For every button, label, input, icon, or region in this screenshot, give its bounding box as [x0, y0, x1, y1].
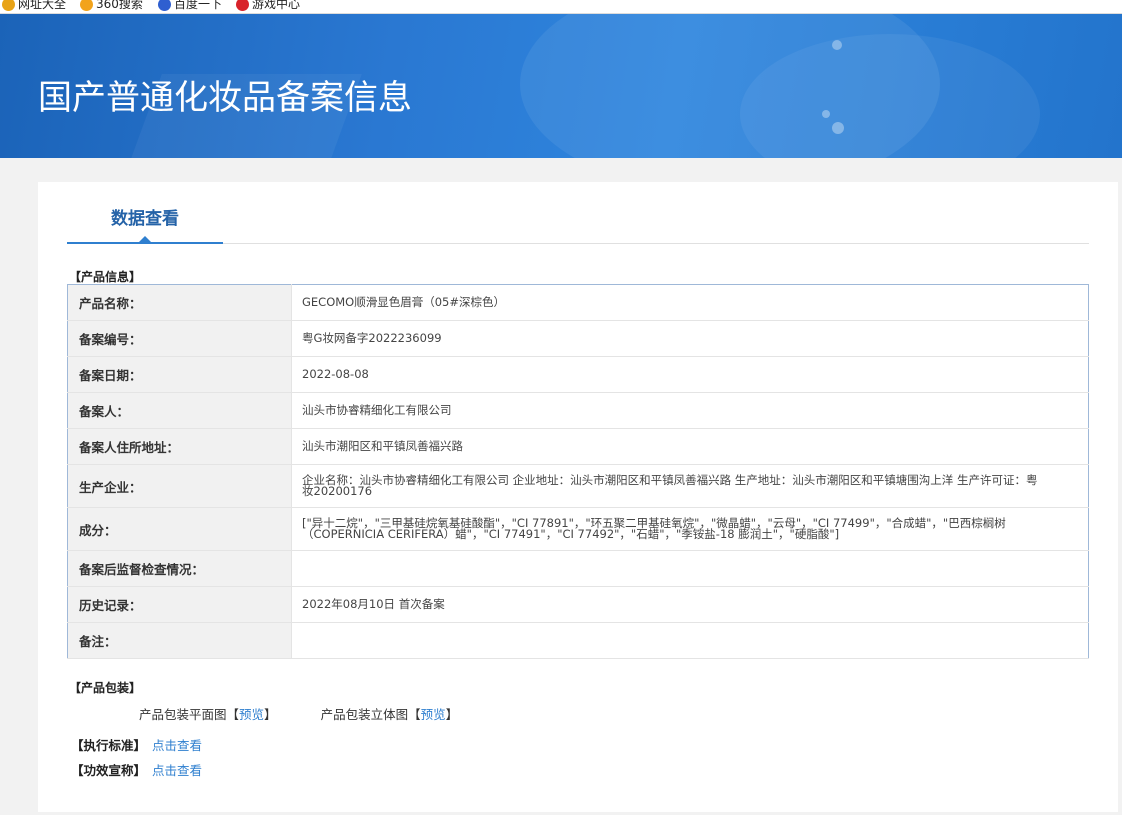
tab-bar: 数据查看: [67, 206, 1089, 244]
packaging-row: 产品包装平面图【预览】 产品包装立体图【预览】: [139, 704, 458, 723]
section-title-packaging: 【产品包装】: [69, 681, 142, 695]
standard-view-link[interactable]: 点击查看: [152, 738, 202, 753]
row-value: 2022-08-08: [291, 356, 1089, 393]
row-value: [291, 550, 1089, 587]
bookmark-favicon-icon: [158, 0, 171, 11]
product-info-table: 产品名称： GECOMO顺滑显色眉膏（05#深棕色） 备案编号： 粤G妆网备字2…: [67, 284, 1089, 659]
bookmarks-bar: 网址大全 360搜索 百度一下 游戏中心: [0, 0, 1122, 14]
row-key: 历史记录：: [67, 586, 292, 623]
row-value: ["异十二烷"，"三甲基硅烷氧基硅酸酯"，"CI 77891"，"环五聚二甲基硅…: [291, 507, 1089, 551]
bookmark-item[interactable]: 游戏中心: [236, 0, 300, 12]
row-key: 成分：: [67, 507, 292, 551]
table-row: 备案人： 汕头市协睿精细化工有限公司: [67, 392, 1089, 429]
page-banner: 国产普通化妆品备案信息: [0, 14, 1122, 158]
banner-decoration: [822, 110, 830, 118]
content-panel: 数据查看 【产品信息】 产品名称： GECOMO顺滑显色眉膏（05#深棕色） 备…: [38, 182, 1118, 812]
row-key: 备案日期：: [67, 356, 292, 393]
standard-row: 【执行标准】 点击查看: [71, 735, 202, 754]
row-key: 产品名称：: [67, 284, 292, 321]
banner-decoration: [832, 40, 842, 50]
claims-row: 【功效宣称】 点击查看: [71, 760, 202, 779]
bookmark-favicon-icon: [80, 0, 93, 11]
row-value: 企业名称：汕头市协睿精细化工有限公司 企业地址：汕头市潮阳区和平镇凤善福兴路 生…: [291, 464, 1089, 508]
row-value: GECOMO顺滑显色眉膏（05#深棕色）: [291, 284, 1089, 321]
bookmark-item[interactable]: 百度一下: [158, 0, 222, 12]
row-key: 备案人住所地址：: [67, 428, 292, 465]
table-row: 备案日期： 2022-08-08: [67, 356, 1089, 393]
row-value: 汕头市潮阳区和平镇凤善福兴路: [291, 428, 1089, 465]
table-row: 成分： ["异十二烷"，"三甲基硅烷氧基硅酸酯"，"CI 77891"，"环五聚…: [67, 507, 1089, 551]
bookmark-item[interactable]: 360搜索: [80, 0, 143, 12]
bookmark-favicon-icon: [2, 0, 15, 11]
row-value: [291, 622, 1089, 659]
section-title-standard: 【执行标准】: [71, 738, 147, 753]
bookmark-favicon-icon: [236, 0, 249, 11]
row-key: 备案人：: [67, 392, 292, 429]
section-title-product-info: 【产品信息】: [69, 270, 142, 284]
row-key: 备注：: [67, 622, 292, 659]
claims-view-link[interactable]: 点击查看: [152, 763, 202, 778]
table-row: 备案后监督检查情况：: [67, 550, 1089, 587]
preview-solid-link[interactable]: 预览: [421, 707, 446, 722]
table-row: 备注：: [67, 622, 1089, 659]
preview-flat-link[interactable]: 预览: [239, 707, 264, 722]
row-value: 2022年08月10日 首次备案: [291, 586, 1089, 623]
banner-decoration: [832, 122, 844, 134]
bookmark-item[interactable]: 网址大全: [2, 0, 66, 12]
table-row: 生产企业： 企业名称：汕头市协睿精细化工有限公司 企业地址：汕头市潮阳区和平镇凤…: [67, 464, 1089, 508]
packaging-flat-item: 产品包装平面图【预览】: [139, 707, 277, 722]
row-value: 粤G妆网备字2022236099: [291, 320, 1089, 357]
table-row: 历史记录： 2022年08月10日 首次备案: [67, 586, 1089, 623]
tab-active-caret-icon: [139, 236, 151, 242]
table-row: 备案编号： 粤G妆网备字2022236099: [67, 320, 1089, 357]
page-title: 国产普通化妆品备案信息: [38, 78, 412, 118]
section-title-claims: 【功效宣称】: [71, 763, 147, 778]
row-key: 备案后监督检查情况：: [67, 550, 292, 587]
row-value: 汕头市协睿精细化工有限公司: [291, 392, 1089, 429]
row-key: 备案编号：: [67, 320, 292, 357]
packaging-solid-item: 产品包装立体图【预览】: [320, 707, 459, 722]
row-key: 生产企业：: [67, 464, 292, 508]
table-row: 产品名称： GECOMO顺滑显色眉膏（05#深棕色）: [67, 284, 1089, 321]
table-row: 备案人住所地址： 汕头市潮阳区和平镇凤善福兴路: [67, 428, 1089, 465]
